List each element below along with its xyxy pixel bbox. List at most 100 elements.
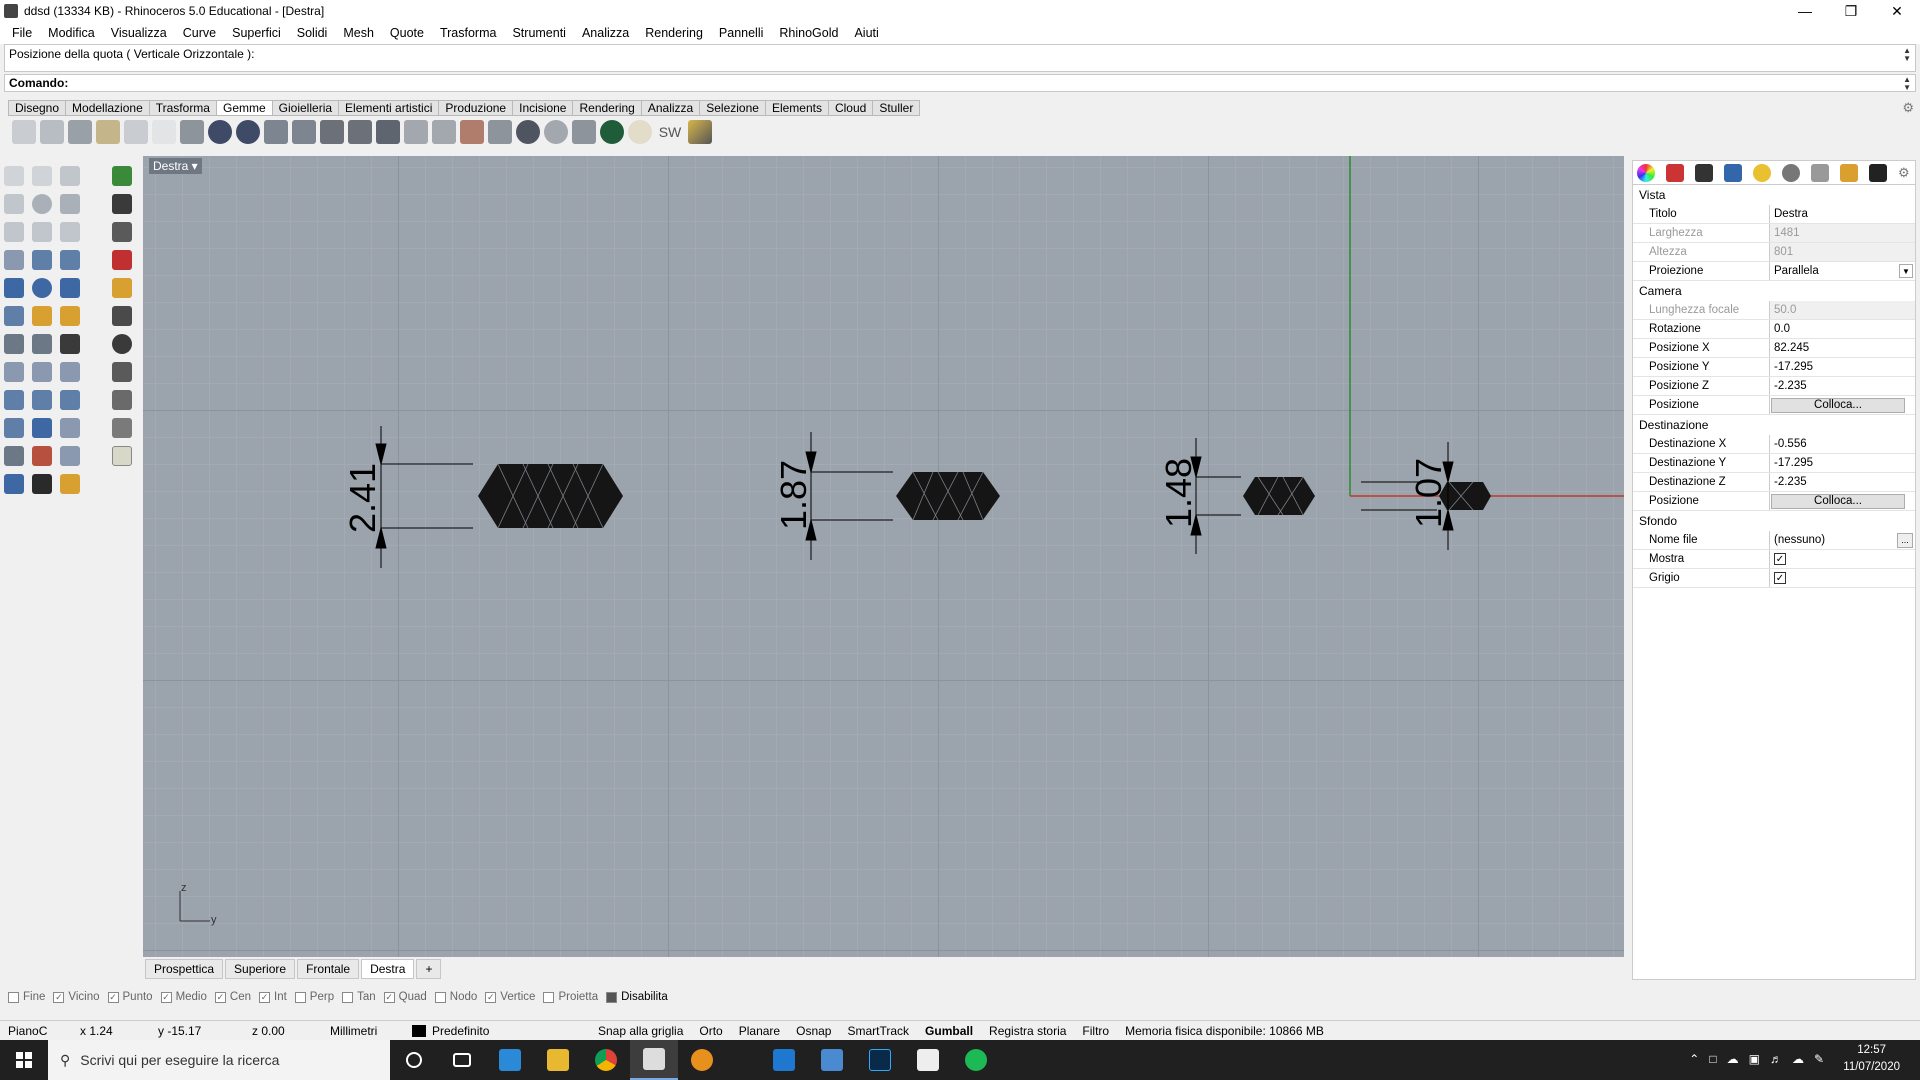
view-tab-superiore[interactable]: Superiore (225, 959, 296, 979)
dimension-2[interactable] (805, 432, 893, 560)
split-icon[interactable] (60, 362, 80, 382)
chrome-icon[interactable] (582, 1040, 630, 1080)
mesh-icon[interactable] (4, 306, 24, 326)
osnap-quad[interactable]: ✓ Quad (383, 991, 427, 1003)
panel-settings-icon[interactable]: ⚙ (1898, 165, 1910, 181)
surface-icon[interactable] (32, 250, 52, 270)
taskbar-clock[interactable]: 12:57 11/07/2020 (1843, 1042, 1900, 1076)
mail-icon[interactable] (760, 1040, 808, 1080)
gem-tool-icon[interactable] (264, 120, 288, 144)
pen-icon[interactable]: ✎ (1814, 1052, 1824, 1066)
mesh-tool-icon[interactable] (60, 306, 80, 326)
gem-tool-icon[interactable] (152, 120, 176, 144)
grigio-checkbox[interactable]: ✓ (1774, 572, 1786, 584)
osnap-checkbox[interactable]: ✓ (485, 991, 497, 1003)
transform-icon[interactable] (32, 334, 52, 354)
menu-rhinogold[interactable]: RhinoGold (771, 26, 846, 40)
windows-start-button[interactable] (0, 1040, 48, 1080)
osnap-checkbox[interactable] (606, 991, 618, 1003)
osnap-perp[interactable]: Perp (294, 991, 334, 1003)
store-app-icon[interactable] (486, 1040, 534, 1080)
prop-destz-input[interactable]: -2.235 (1770, 473, 1915, 491)
target-colloca-button[interactable]: Colloca... (1771, 493, 1905, 509)
smarttrack-toggle[interactable]: SmartTrack (839, 1024, 917, 1038)
gem-3[interactable] (1243, 476, 1315, 516)
polyline-icon[interactable] (60, 166, 80, 186)
library-icon[interactable] (1811, 163, 1829, 182)
rhino-taskbar-icon[interactable] (630, 1040, 678, 1080)
osnap-checkbox[interactable]: ✓ (107, 991, 119, 1003)
battery-icon[interactable]: ▣ (1749, 1052, 1760, 1066)
rhinogold-tool-icon[interactable] (112, 334, 132, 354)
osnap-medio[interactable]: ✓ Medio (160, 991, 207, 1003)
prop-rotazione-input[interactable]: 0.0 (1770, 320, 1915, 338)
prop-posy-input[interactable]: -17.295 (1770, 358, 1915, 376)
layers-icon[interactable] (1840, 163, 1858, 182)
prop-destx-input[interactable]: -0.556 (1770, 435, 1915, 453)
osnap-checkbox[interactable] (342, 991, 354, 1003)
planar-toggle[interactable]: Planare (731, 1024, 788, 1038)
paint-icon[interactable] (60, 474, 80, 494)
taskbar-search-input[interactable]: ⚲ Scrivi qui per eseguire la ricerca (48, 1040, 390, 1080)
layer-icon[interactable] (4, 474, 24, 494)
gumball-toggle[interactable]: Gumball (917, 1024, 981, 1038)
gem-2[interactable] (896, 471, 1000, 521)
osnap-punto[interactable]: ✓ Punto (107, 991, 153, 1003)
gem-tool-icon[interactable] (572, 120, 596, 144)
cloud-icon[interactable]: ☁ (1727, 1052, 1739, 1066)
osnap-disabilita[interactable]: Disabilita (606, 991, 668, 1003)
ortho-toggle[interactable]: Orto (691, 1024, 730, 1038)
menu-trasforma[interactable]: Trasforma (432, 26, 505, 40)
osnap-vicino[interactable]: ✓ Vicino (53, 991, 100, 1003)
fillet-icon[interactable] (4, 250, 24, 270)
history-toggle[interactable]: Registra storia (981, 1024, 1074, 1038)
move-icon[interactable] (4, 390, 24, 410)
rotate-gem-icon[interactable] (236, 120, 260, 144)
browse-file-button[interactable]: ... (1897, 532, 1913, 548)
osnap-toggle[interactable]: Osnap (788, 1024, 839, 1038)
layer-swatch[interactable] (412, 1024, 426, 1037)
sphere-icon[interactable] (32, 278, 52, 298)
tab-modellazione[interactable]: Modellazione (65, 100, 150, 116)
osnap-checkbox[interactable] (294, 991, 306, 1003)
command-scroll[interactable]: ▲ ▼ (1903, 76, 1911, 92)
task-view-button[interactable] (438, 1040, 486, 1080)
surface-icon[interactable] (60, 250, 80, 270)
gem-tool-icon[interactable] (376, 120, 400, 144)
menu-visualizza[interactable]: Visualizza (103, 26, 175, 40)
rhinogold-panel-icon[interactable] (1869, 163, 1887, 182)
arc-icon[interactable] (60, 222, 80, 242)
render-icon[interactable] (60, 446, 80, 466)
tab-stuller[interactable]: Stuller (872, 100, 921, 116)
rhinogold-tool-icon[interactable] (112, 306, 132, 326)
rhinogold-tool-icon[interactable] (112, 194, 132, 214)
restore-button[interactable]: ❐ (1828, 0, 1874, 22)
rectangle-icon[interactable] (32, 222, 52, 242)
pearl-icon[interactable] (628, 120, 652, 144)
menu-rendering[interactable]: Rendering (637, 26, 711, 40)
polygon-icon[interactable] (4, 222, 24, 242)
display-icon[interactable] (1695, 163, 1713, 182)
osnap-checkbox[interactable]: ✓ (53, 991, 65, 1003)
cortana-button[interactable] (390, 1040, 438, 1080)
prop-proiezione-select[interactable]: Parallela ▼ (1770, 262, 1915, 280)
gem-tool-icon[interactable] (180, 120, 204, 144)
camera-icon[interactable] (1724, 163, 1742, 182)
pencil-icon[interactable] (688, 120, 712, 144)
osnap-vertice[interactable]: ✓ Vertice (485, 991, 535, 1003)
chevron-up-icon[interactable]: ⌃ (1689, 1052, 1699, 1066)
trim-icon[interactable] (32, 362, 52, 382)
scale-icon[interactable] (4, 418, 24, 438)
tab-elementi-artistici[interactable]: Elementi artistici (338, 100, 440, 116)
boolean-icon[interactable] (60, 334, 80, 354)
text-tool-icon[interactable] (112, 418, 132, 438)
gem-1[interactable] (478, 463, 623, 529)
prop-titolo-input[interactable]: Destra (1770, 205, 1915, 223)
osnap-checkbox[interactable]: ✓ (214, 991, 226, 1003)
stl-export-icon[interactable] (112, 250, 132, 270)
toolbar-settings-icon[interactable]: ⚙ (1902, 100, 1914, 116)
cylinder-icon[interactable] (60, 278, 80, 298)
osnap-checkbox[interactable] (434, 991, 446, 1003)
green-gem-icon[interactable] (600, 120, 624, 144)
menu-strumenti[interactable]: Strumenti (504, 26, 574, 40)
